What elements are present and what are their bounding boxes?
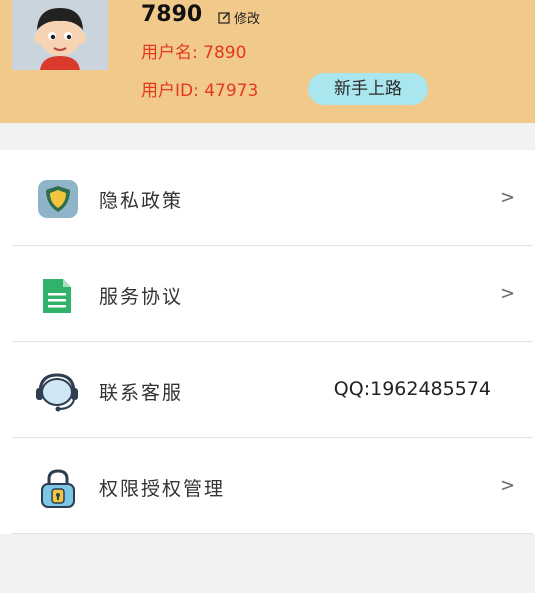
chevron-right-icon: > xyxy=(500,283,516,304)
edit-label: 修改 xyxy=(234,12,261,27)
menu-item-label: 联系客服 xyxy=(99,382,184,404)
chevron-right-icon: > xyxy=(500,475,516,496)
userid-line: 用户ID: 47973 xyxy=(141,81,259,101)
username: 7890 xyxy=(141,2,203,27)
document-icon xyxy=(37,275,79,317)
avatar[interactable] xyxy=(12,0,108,70)
menu-item-label: 权限授权管理 xyxy=(99,478,226,500)
edit-profile-button[interactable]: 修改 xyxy=(218,8,260,27)
divider xyxy=(12,533,533,534)
username-line: 用户名: 7890 xyxy=(141,43,247,63)
chevron-right-icon: > xyxy=(500,187,516,208)
menu-item-label: 服务协议 xyxy=(99,286,184,308)
edit-icon xyxy=(218,12,230,24)
settings-list: 隐私政策 > 服务协议 > 联系客服 QQ:1962485574 权限授权管理 … xyxy=(0,150,535,534)
menu-item-privacy-policy[interactable]: 隐私政策 > xyxy=(0,150,535,246)
qq-number: QQ:1962485574 xyxy=(333,378,491,400)
menu-item-service-agreement[interactable]: 服务协议 > xyxy=(0,246,535,342)
shield-icon xyxy=(37,179,79,221)
headset-icon xyxy=(36,371,79,413)
profile-header: 7890 修改 用户名: 7890 用户ID: 47973 新手上路 xyxy=(0,0,535,123)
menu-item-permission-management[interactable]: 权限授权管理 > xyxy=(0,438,535,534)
menu-item-label: 隐私政策 xyxy=(99,190,184,212)
lock-icon xyxy=(37,467,79,509)
avatar-image xyxy=(12,0,108,70)
level-badge: 新手上路 xyxy=(308,73,428,105)
menu-item-customer-service[interactable]: 联系客服 QQ:1962485574 xyxy=(0,342,535,438)
